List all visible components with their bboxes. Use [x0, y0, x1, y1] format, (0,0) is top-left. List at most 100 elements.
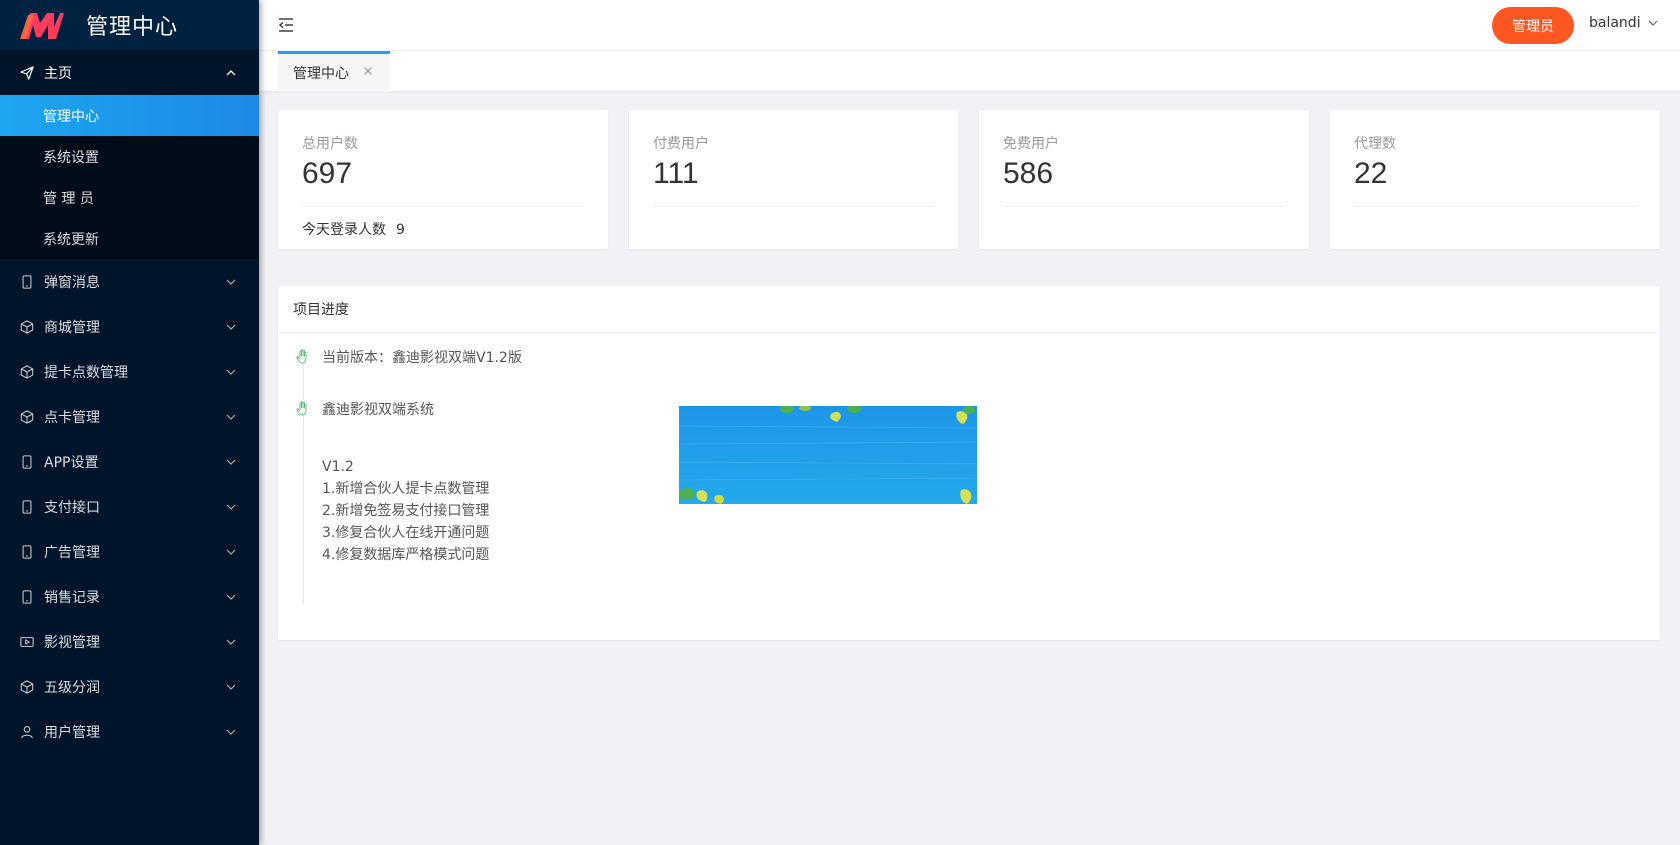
decorative-banner-image [679, 406, 977, 504]
main-area: 管理员 balandi 管理中心 总用户数 697 今天登录人数 9 付费用户 1… [259, 0, 1680, 845]
version-number: V1.2 [322, 459, 354, 475]
sidebar-item-label: 系统设置 [43, 149, 99, 166]
sidebar-item-administrators[interactable]: 管 理 员 [0, 177, 259, 218]
sidebar-item-label: 五级分润 [44, 679, 100, 696]
home-submenu: 管理中心 系统设置 管 理 员 系统更新 [0, 95, 259, 259]
sidebar: 管理中心 主页 管理中心 系统设置 管 理 员 系统更新 弹窗消息 商城管理 提… [0, 0, 259, 845]
divider [653, 206, 934, 207]
chevron-up-icon [225, 67, 237, 79]
chevron-down-icon [225, 366, 237, 378]
sidebar-item-label: 管理中心 [43, 108, 99, 125]
chevron-down-icon [225, 636, 237, 648]
divider [302, 206, 584, 207]
close-icon[interactable] [362, 65, 374, 77]
user-icon [20, 725, 34, 739]
stat-card-free-users: 免费用户 586 [979, 110, 1309, 249]
sidebar-item-label: 点卡管理 [44, 409, 100, 426]
sidebar-item-card-points[interactable]: 提卡点数管理 [0, 349, 259, 394]
cube-icon [20, 319, 34, 334]
stat-value: 22 [1354, 157, 1388, 190]
cube-icon [20, 679, 34, 694]
phone-icon [20, 589, 34, 604]
divider [1003, 206, 1285, 207]
sidebar-item-label: 系统更新 [43, 231, 99, 248]
sidebar-item-label: 商城管理 [44, 319, 100, 336]
panel-title: 项目进度 [278, 286, 1660, 333]
stat-label: 总用户数 [302, 136, 358, 152]
sidebar-item-app-settings[interactable]: APP设置 [0, 439, 259, 484]
sidebar-item-admin-center[interactable]: 管理中心 [0, 95, 259, 136]
sidebar-item-label: 广告管理 [44, 544, 100, 561]
phone-icon [20, 499, 34, 514]
video-icon [20, 635, 34, 649]
sidebar-item-system-update[interactable]: 系统更新 [0, 218, 259, 259]
tab-bar: 管理中心 [259, 50, 1680, 92]
user-dropdown[interactable]: balandi [1589, 15, 1659, 31]
sidebar-item-ad-management[interactable]: 广告管理 [0, 529, 259, 574]
sidebar-item-label: 支付接口 [44, 499, 100, 516]
stat-value: 586 [1003, 157, 1054, 190]
sidebar-item-system-settings[interactable]: 系统设置 [0, 136, 259, 177]
change-item: 1.新增合伙人提卡点数管理 [322, 481, 490, 497]
stat-card-agents: 代理数 22 [1330, 110, 1660, 249]
timeline-entry-title: 当前版本：鑫迪影视双端V1.2版 [322, 350, 522, 366]
change-item: 4.修复数据库严格模式问题 [322, 547, 490, 563]
chevron-down-icon [225, 681, 237, 693]
send-icon [20, 65, 34, 80]
logo-text: 管理中心 [86, 15, 179, 40]
sidebar-item-five-level-profit[interactable]: 五级分润 [0, 664, 259, 709]
sidebar-item-home[interactable]: 主页 [0, 50, 259, 95]
sidebar-item-label: 弹窗消息 [44, 274, 100, 291]
sidebar-item-label: 销售记录 [44, 589, 100, 606]
change-item: 2.新增免签易支付接口管理 [322, 503, 490, 519]
sidebar-item-user-management[interactable]: 用户管理 [0, 709, 259, 754]
sidebar-item-payment-interface[interactable]: 支付接口 [0, 484, 259, 529]
divider [1354, 206, 1636, 207]
today-login-label: 今天登录人数 [302, 222, 386, 238]
app-root: 管理中心 主页 管理中心 系统设置 管 理 员 系统更新 弹窗消息 商城管理 提… [0, 0, 1680, 845]
sidebar-item-label: 提卡点数管理 [44, 364, 128, 381]
cube-icon [20, 409, 34, 424]
phone-icon [20, 454, 34, 469]
timeline-entry-body: V1.2 1.新增合伙人提卡点数管理 2.新增免签易支付接口管理 3.修复合伙人… [322, 456, 489, 566]
stat-card-paid-users: 付费用户 111 [629, 110, 958, 249]
tab-admin-center[interactable]: 管理中心 [278, 51, 390, 92]
sidebar-item-label: APP设置 [44, 454, 99, 471]
chevron-down-icon [225, 546, 237, 558]
logo[interactable]: 管理中心 [0, 0, 259, 50]
stat-value: 697 [302, 157, 353, 190]
menu-fold-icon[interactable] [278, 18, 294, 32]
hand-icon [295, 348, 311, 364]
chevron-down-icon [225, 321, 237, 333]
timeline-entry-title: 鑫迪影视双端系统 [322, 402, 434, 418]
sidebar-item-video-management[interactable]: 影视管理 [0, 619, 259, 664]
change-item: 3.修复合伙人在线开通问题 [322, 525, 490, 541]
tab-label: 管理中心 [293, 66, 349, 82]
today-login-count: 今天登录人数 9 [302, 219, 405, 239]
sidebar-item-popup-messages[interactable]: 弹窗消息 [0, 259, 259, 304]
logo-mark-icon [20, 13, 64, 39]
chevron-down-icon [225, 456, 237, 468]
timeline-axis [303, 356, 304, 604]
chevron-down-icon [225, 726, 237, 738]
username: balandi [1589, 15, 1641, 31]
stat-label: 付费用户 [653, 136, 709, 152]
sidebar-item-label: 影视管理 [44, 634, 100, 651]
sidebar-item-point-card[interactable]: 点卡管理 [0, 394, 259, 439]
today-login-value: 9 [396, 222, 405, 238]
stat-card-total-users: 总用户数 697 今天登录人数 9 [278, 110, 608, 249]
phone-icon [20, 544, 34, 559]
chevron-down-icon [225, 276, 237, 288]
cube-icon [20, 364, 34, 379]
sidebar-item-mall-management[interactable]: 商城管理 [0, 304, 259, 349]
stat-label: 免费用户 [1003, 136, 1059, 152]
sidebar-item-label: 用户管理 [44, 724, 100, 741]
stat-label: 代理数 [1354, 136, 1396, 152]
top-header: 管理员 balandi [259, 0, 1680, 50]
admin-role-button[interactable]: 管理员 [1492, 7, 1574, 44]
sidebar-item-sales-records[interactable]: 销售记录 [0, 574, 259, 619]
sidebar-item-label: 管 理 员 [43, 190, 94, 207]
project-progress-panel: 项目进度 当前版本：鑫迪影视双端V1.2版 鑫迪影视双端系统 V1.2 1.新增… [278, 286, 1660, 640]
hand-icon [295, 400, 311, 416]
sidebar-item-label: 主页 [44, 65, 72, 82]
